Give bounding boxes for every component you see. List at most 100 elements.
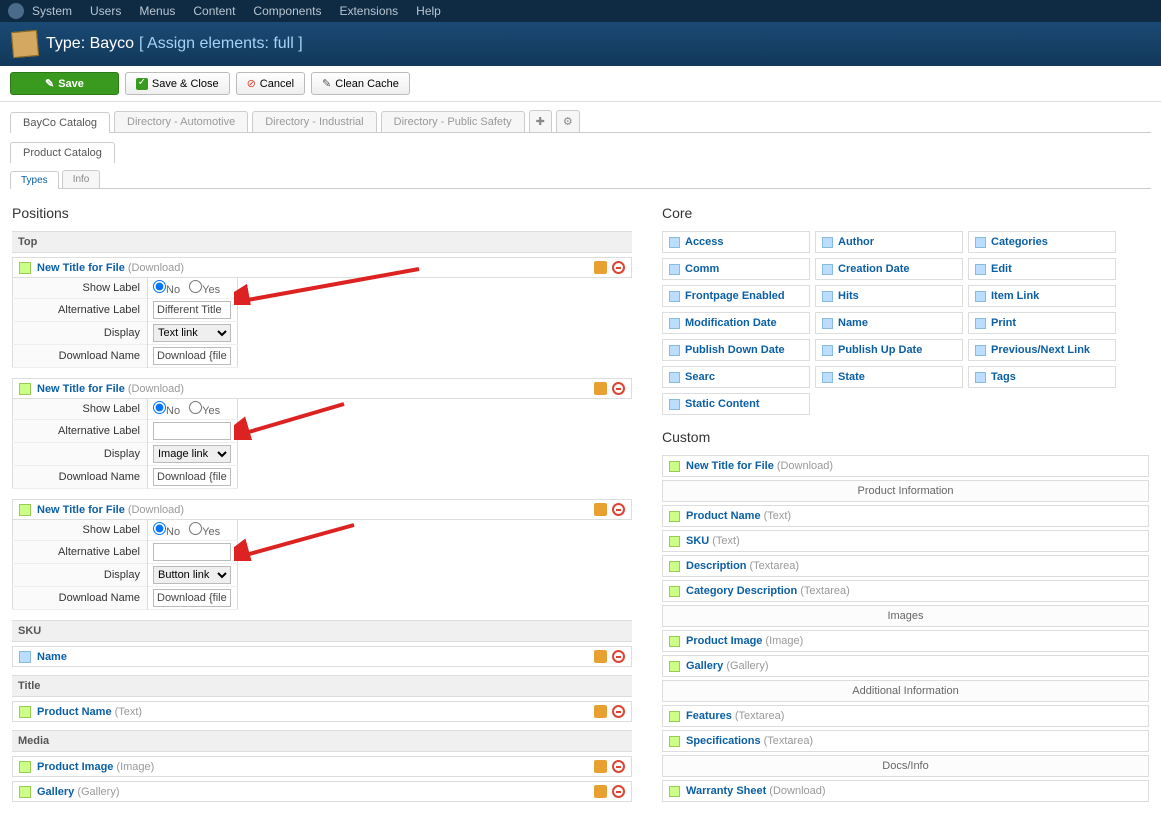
core-chip[interactable]: Creation Date: [815, 258, 963, 280]
core-chip[interactable]: Print: [968, 312, 1116, 334]
core-chip[interactable]: Static Content: [662, 393, 810, 415]
tab-public-safety[interactable]: Directory - Public Safety: [381, 111, 525, 132]
edit-icon[interactable]: [594, 650, 607, 663]
delete-icon[interactable]: [612, 760, 625, 773]
custom-link[interactable]: Description: [686, 560, 747, 572]
display-select[interactable]: Image link: [153, 445, 231, 463]
core-link[interactable]: State: [838, 371, 865, 383]
core-chip[interactable]: Access: [662, 231, 810, 253]
core-chip[interactable]: Item Link: [968, 285, 1116, 307]
core-link[interactable]: Item Link: [991, 290, 1039, 302]
item-row[interactable]: New Title for File (Download): [12, 257, 632, 278]
delete-icon[interactable]: [612, 382, 625, 395]
edit-icon[interactable]: [594, 261, 607, 274]
core-link[interactable]: Comm: [685, 263, 719, 275]
custom-item[interactable]: Description (Textarea): [662, 555, 1149, 577]
custom-item[interactable]: SKU (Text): [662, 530, 1149, 552]
custom-link[interactable]: Warranty Sheet: [686, 785, 766, 797]
core-chip[interactable]: Hits: [815, 285, 963, 307]
dn-input[interactable]: [153, 347, 231, 365]
core-chip[interactable]: Author: [815, 231, 963, 253]
core-link[interactable]: Name: [838, 317, 868, 329]
show-no[interactable]: [153, 280, 166, 293]
delete-icon[interactable]: [612, 650, 625, 663]
item-link[interactable]: Name: [37, 651, 67, 663]
core-link[interactable]: Tags: [991, 371, 1016, 383]
core-chip[interactable]: Publish Down Date: [662, 339, 810, 361]
subtab-info[interactable]: Info: [62, 170, 101, 188]
item-row[interactable]: Product Image (Image): [12, 756, 632, 777]
item-row[interactable]: New Title for File (Download): [12, 499, 632, 520]
clean-cache-button[interactable]: ✎ Clean Cache: [311, 72, 410, 95]
core-chip[interactable]: Modification Date: [662, 312, 810, 334]
custom-item[interactable]: Warranty Sheet (Download): [662, 780, 1149, 802]
core-link[interactable]: Static Content: [685, 398, 760, 410]
alt-label-input[interactable]: [153, 422, 231, 440]
custom-item[interactable]: Features (Textarea): [662, 705, 1149, 727]
custom-link[interactable]: SKU: [686, 535, 709, 547]
core-link[interactable]: Author: [838, 236, 874, 248]
core-link[interactable]: Access: [685, 236, 724, 248]
custom-link[interactable]: Product Name: [686, 510, 761, 522]
item-link[interactable]: Product Name: [37, 706, 112, 718]
custom-item[interactable]: New Title for File (Download): [662, 455, 1149, 477]
core-link[interactable]: Publish Up Date: [838, 344, 922, 356]
core-link[interactable]: Previous/Next Link: [991, 344, 1090, 356]
core-link[interactable]: Hits: [838, 290, 859, 302]
alt-label-input[interactable]: [153, 543, 231, 561]
custom-item[interactable]: Product Image (Image): [662, 630, 1149, 652]
core-chip[interactable]: Publish Up Date: [815, 339, 963, 361]
tab-product-catalog[interactable]: Product Catalog: [10, 142, 115, 163]
item-link[interactable]: New Title for File: [37, 504, 125, 516]
custom-item[interactable]: Specifications (Textarea): [662, 730, 1149, 752]
core-chip[interactable]: Frontpage Enabled: [662, 285, 810, 307]
custom-link[interactable]: Category Description: [686, 585, 797, 597]
core-link[interactable]: Print: [991, 317, 1016, 329]
custom-link[interactable]: New Title for File: [686, 460, 774, 472]
item-row[interactable]: Product Name (Text): [12, 701, 632, 722]
item-row[interactable]: Gallery (Gallery): [12, 781, 632, 802]
core-chip[interactable]: Edit: [968, 258, 1116, 280]
tab-config-button[interactable]: ⚙: [556, 110, 580, 132]
core-link[interactable]: Frontpage Enabled: [685, 290, 785, 302]
core-chip[interactable]: Name: [815, 312, 963, 334]
show-yes[interactable]: [189, 401, 202, 414]
menu-content[interactable]: Content: [193, 4, 235, 18]
save-button[interactable]: ✎ Save: [10, 72, 119, 95]
core-link[interactable]: Searc: [685, 371, 715, 383]
custom-item[interactable]: Gallery (Gallery): [662, 655, 1149, 677]
show-yes[interactable]: [189, 280, 202, 293]
menu-menus[interactable]: Menus: [139, 4, 175, 18]
custom-item[interactable]: Product Name (Text): [662, 505, 1149, 527]
core-link[interactable]: Edit: [991, 263, 1012, 275]
item-link[interactable]: Gallery: [37, 786, 74, 798]
display-select[interactable]: Text link: [153, 324, 231, 342]
core-chip[interactable]: Comm: [662, 258, 810, 280]
custom-link[interactable]: Specifications: [686, 735, 761, 747]
delete-icon[interactable]: [612, 785, 625, 798]
edit-icon[interactable]: [594, 382, 607, 395]
cancel-button[interactable]: ⊘ Cancel: [236, 72, 305, 95]
alt-label-input[interactable]: [153, 301, 231, 319]
tab-add-button[interactable]: ✚: [529, 110, 552, 132]
core-link[interactable]: Publish Down Date: [685, 344, 785, 356]
display-select[interactable]: Button link: [153, 566, 231, 584]
core-chip[interactable]: Searc: [662, 366, 810, 388]
edit-icon[interactable]: [594, 760, 607, 773]
tab-bayco-catalog[interactable]: BayCo Catalog: [10, 112, 110, 133]
dn-input[interactable]: [153, 589, 231, 607]
edit-icon[interactable]: [594, 705, 607, 718]
item-link[interactable]: Product Image: [37, 761, 113, 773]
dn-input[interactable]: [153, 468, 231, 486]
custom-link[interactable]: Features: [686, 710, 732, 722]
delete-icon[interactable]: [612, 503, 625, 516]
item-link[interactable]: New Title for File: [37, 383, 125, 395]
core-chip[interactable]: Tags: [968, 366, 1116, 388]
subtab-types[interactable]: Types: [10, 171, 59, 189]
custom-link[interactable]: Gallery: [686, 660, 723, 672]
show-no[interactable]: [153, 522, 166, 535]
core-chip[interactable]: Categories: [968, 231, 1116, 253]
menu-extensions[interactable]: Extensions: [339, 4, 398, 18]
delete-icon[interactable]: [612, 705, 625, 718]
core-link[interactable]: Modification Date: [685, 317, 777, 329]
